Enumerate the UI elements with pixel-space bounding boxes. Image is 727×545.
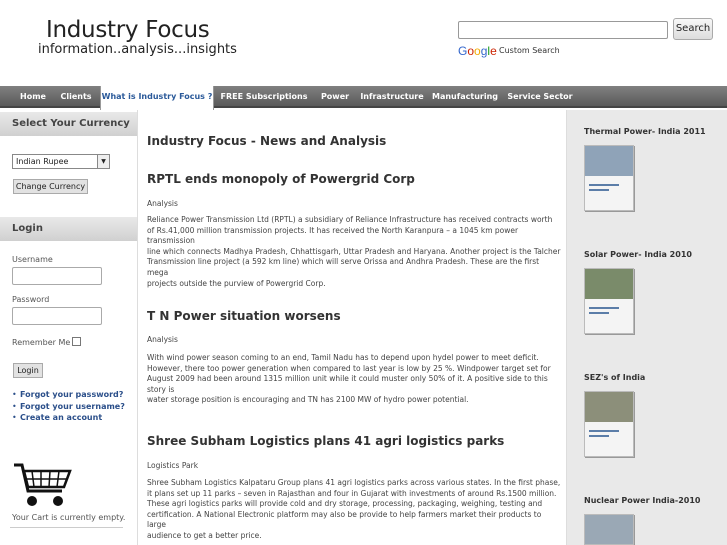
- article-category: Logistics Park: [147, 461, 199, 470]
- change-currency-button[interactable]: Change Currency: [13, 179, 88, 194]
- currency-selected-value: Indian Rupee: [16, 157, 69, 166]
- nav-power[interactable]: Power: [315, 86, 355, 108]
- login-panel-heading: Login: [0, 217, 137, 241]
- bullet-icon: •: [12, 390, 17, 399]
- divider: [10, 527, 123, 528]
- book-cover-image: [585, 269, 633, 299]
- password-label: Password: [12, 295, 50, 304]
- nav-home[interactable]: Home: [14, 86, 52, 108]
- custom-search-label: Custom Search: [499, 46, 560, 55]
- bullet-icon: •: [12, 413, 17, 422]
- article-title[interactable]: T N Power situation worsens: [147, 309, 341, 323]
- article-line: Transmission line project (a 592 km line…: [147, 257, 540, 277]
- article-title[interactable]: Shree Subham Logistics plans 41 agri log…: [147, 434, 504, 448]
- book-title[interactable]: Nuclear Power India-2010: [584, 496, 700, 505]
- forgot-password-link[interactable]: Forgot your password?: [20, 390, 123, 399]
- book-cover-text-line: [589, 312, 609, 314]
- site-header: Industry Focus information..analysis...i…: [0, 0, 727, 86]
- currency-panel-heading: Select Your Currency: [0, 112, 137, 136]
- page-title: Industry Focus - News and Analysis: [147, 134, 387, 148]
- book-title[interactable]: Solar Power- India 2010: [584, 250, 692, 259]
- article-line: projects outside the purview of Powergri…: [147, 278, 326, 288]
- nav-infrastructure[interactable]: Infrastructure: [360, 86, 424, 108]
- book-cover-solar-power[interactable]: [584, 268, 634, 334]
- site-title[interactable]: Industry Focus: [46, 17, 210, 43]
- article-line: With wind power season coming to an end,…: [147, 353, 539, 362]
- article-body: Reliance Power Transmission Ltd (RPTL) a…: [147, 215, 562, 289]
- book-cover-thermal-power[interactable]: [584, 145, 634, 211]
- book-title[interactable]: Thermal Power- India 2011: [584, 127, 706, 136]
- book-cover-text-line: [589, 307, 619, 309]
- book-cover-text-line: [589, 189, 609, 191]
- main-navbar: Home Clients What is Industry Focus ? FR…: [0, 86, 727, 110]
- remember-me-checkbox[interactable]: [72, 337, 81, 346]
- article-line: water storage position is encouraging an…: [147, 395, 469, 405]
- book-cover-text-line: [589, 435, 609, 437]
- nav-what-is-industry-focus[interactable]: What is Industry Focus ?: [100, 86, 214, 110]
- forgot-username-link[interactable]: Forgot your username?: [20, 402, 125, 411]
- nav-manufacturing[interactable]: Manufacturing: [431, 86, 499, 108]
- article-category: Analysis: [147, 335, 178, 344]
- article-line: August 2009 had been around 1315 million…: [147, 374, 548, 394]
- article-title[interactable]: RPTL ends monopoly of Powergrid Corp: [147, 172, 415, 186]
- login-button[interactable]: Login: [13, 363, 43, 378]
- article-line: of Rs.41,000 million transmission projec…: [147, 225, 519, 246]
- currency-select[interactable]: Indian Rupee ▼: [12, 154, 110, 169]
- username-field[interactable]: [12, 267, 102, 285]
- book-title[interactable]: SEZ's of India: [584, 373, 645, 382]
- chevron-down-icon: ▼: [97, 155, 109, 168]
- shopping-cart-icon[interactable]: [12, 461, 72, 509]
- search-button[interactable]: Search: [673, 18, 713, 40]
- cart-status: Your Cart is currently empty.: [12, 513, 126, 522]
- google-logo: Google: [458, 44, 497, 58]
- book-cover-image: [585, 392, 633, 422]
- article-line: line which connects Madhya Pradesh, Chha…: [147, 246, 561, 256]
- book-cover-text-line: [589, 430, 619, 432]
- article-line: However, there too power generation when…: [147, 363, 551, 373]
- create-account-link[interactable]: Create an account: [20, 413, 102, 422]
- site-tagline: information..analysis...insights: [38, 42, 237, 57]
- remember-me-label: Remember Me: [12, 338, 71, 347]
- book-cover-text-line: [589, 184, 619, 186]
- article-body: With wind power season coming to an end,…: [147, 353, 562, 406]
- password-field[interactable]: [12, 307, 102, 325]
- article-category: Analysis: [147, 199, 178, 208]
- article-line: These agri logistics parks will provide …: [147, 499, 543, 509]
- book-cover-sez[interactable]: [584, 391, 634, 457]
- nav-service-sector[interactable]: Service Sector: [506, 86, 574, 108]
- username-label: Username: [12, 255, 53, 264]
- nav-free-subscriptions[interactable]: FREE Subscriptions: [220, 86, 308, 108]
- article-line: Reliance Power Transmission Ltd (RPTL) a…: [147, 215, 553, 224]
- article-line: Shree Subham Logistics Kalpataru Group p…: [147, 478, 561, 487]
- book-cover-nuclear-power[interactable]: [584, 514, 634, 545]
- book-cover-image: [585, 515, 633, 544]
- book-cover-image: [585, 146, 633, 176]
- bullet-icon: •: [12, 402, 17, 411]
- article-line: it plans set up 11 parks – seven in Raja…: [147, 488, 557, 498]
- search-input[interactable]: [458, 21, 668, 39]
- nav-clients[interactable]: Clients: [56, 86, 96, 108]
- article-line: certification. A National Electronic pla…: [147, 509, 542, 530]
- article-body: Shree Subham Logistics Kalpataru Group p…: [147, 478, 562, 542]
- article-line: audience to get a better price.: [147, 530, 262, 540]
